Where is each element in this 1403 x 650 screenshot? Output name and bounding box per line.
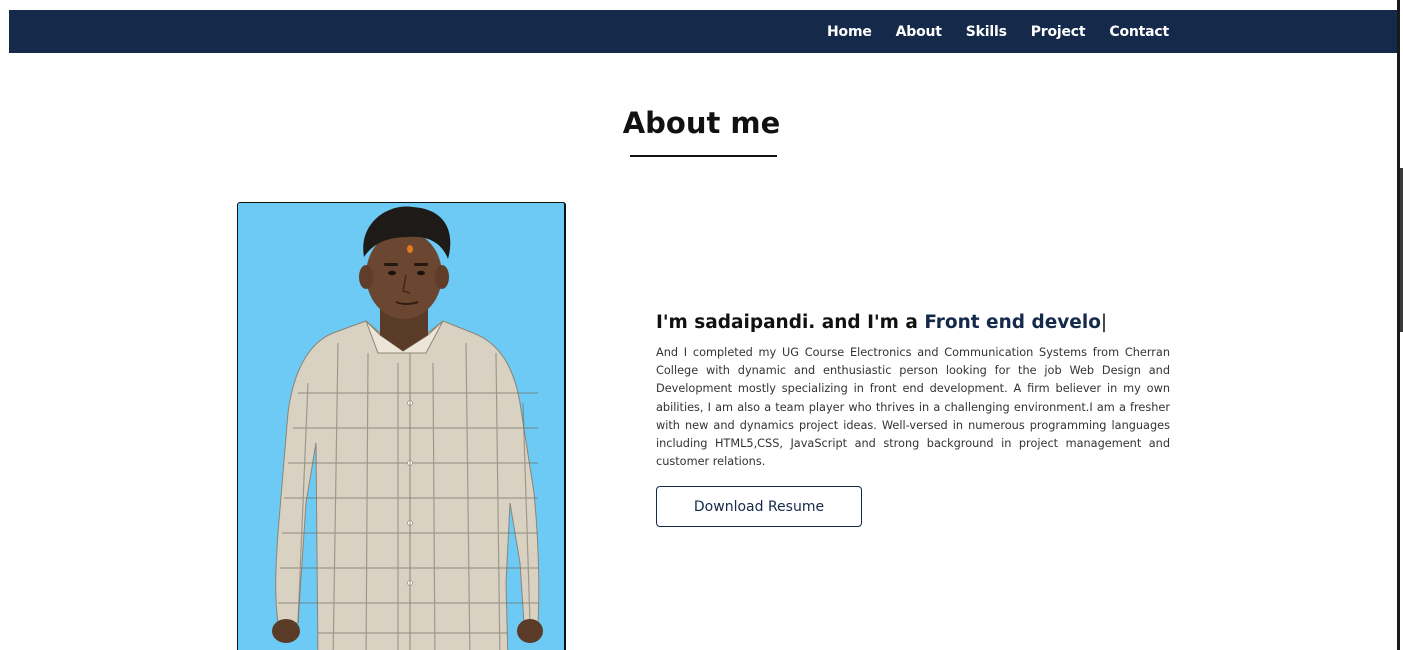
- about-description: And I completed my UG Course Electronics…: [656, 346, 1170, 469]
- about-text-block: I'm sadaipandi. and I'm a Front end deve…: [656, 312, 1170, 528]
- download-resume-button[interactable]: Download Resume: [656, 486, 862, 528]
- headline-prefix: I'm sadaipandi. and I'm a: [656, 312, 925, 333]
- title-underline: [630, 155, 777, 157]
- nav-link-contact[interactable]: Contact: [1109, 24, 1169, 40]
- top-navbar: Home About Skills Project Contact: [9, 10, 1397, 53]
- profile-photo: [237, 202, 566, 650]
- page: Home About Skills Project Contact About …: [0, 0, 1403, 650]
- nav-link-skills[interactable]: Skills: [966, 24, 1007, 40]
- headline-typed-role: Front end develo: [924, 312, 1101, 333]
- profile-photo-illustration: [272, 206, 543, 650]
- nav-link-about[interactable]: About: [896, 24, 942, 40]
- nav-links: Home About Skills Project Contact: [827, 10, 1169, 53]
- typing-cursor: |: [1100, 312, 1108, 333]
- section-title: About me: [622, 106, 781, 140]
- nav-link-home[interactable]: Home: [827, 24, 872, 40]
- nav-link-project[interactable]: Project: [1031, 24, 1086, 40]
- about-headline: I'm sadaipandi. and I'm a Front end deve…: [656, 312, 1170, 333]
